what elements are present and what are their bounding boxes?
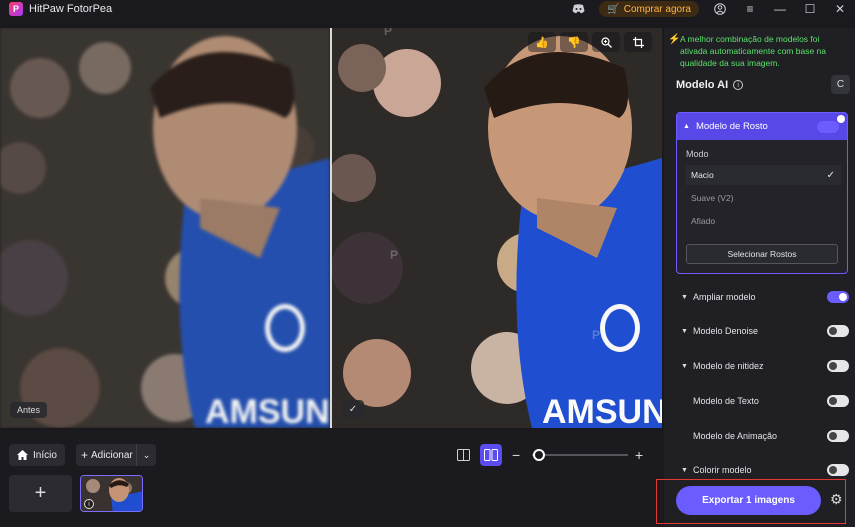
svg-text:AMSUNG: AMSUNG	[205, 393, 330, 428]
title-bar: P HitPaw FotorPea 🛒 Comprar agora ≡ — ☐ …	[0, 0, 855, 18]
caret-up-icon: ▲	[683, 123, 690, 130]
model-label: Modelo de Texto	[693, 396, 759, 406]
watermark-icon: P	[592, 328, 601, 342]
model-row-denoise[interactable]: ▼ Modelo Denoise	[681, 323, 849, 339]
mode-option-suave-v2[interactable]: Suave (V2)	[685, 188, 841, 208]
denoise-model-toggle[interactable]	[827, 325, 849, 337]
zoom-slider[interactable]	[532, 454, 628, 456]
maximize-icon[interactable]: ☐	[795, 0, 825, 18]
image-toolbar: 👍 👎	[528, 32, 652, 52]
title-bar-controls: 🛒 Comprar agora ≡ — ☐ ✕	[563, 0, 855, 18]
cart-icon: 🛒	[607, 3, 620, 15]
home-icon	[17, 450, 28, 460]
checkmark-icon: ✓	[826, 169, 835, 181]
caret-down-icon: ▼	[681, 466, 688, 474]
info-icon[interactable]: i	[733, 80, 744, 90]
info-icon[interactable]: i	[84, 499, 94, 509]
home-label: Início	[33, 449, 57, 461]
model-row-upscale[interactable]: ▼ Ampliar modelo	[681, 289, 849, 305]
menu-icon[interactable]: ≡	[735, 0, 765, 18]
watermark-icon: P	[384, 28, 393, 38]
zoom-out-icon[interactable]: −	[512, 444, 520, 466]
text-model-toggle[interactable]	[827, 395, 849, 407]
notice-text: A melhor combinação de modelos foi ativa…	[680, 34, 827, 68]
caret-down-icon: ▼	[681, 327, 688, 335]
ai-model-title-text: Modelo AI	[676, 79, 729, 91]
model-row-sharpen[interactable]: ▼ Modelo de nitidez	[681, 358, 849, 374]
model-label: Ampliar modelo	[693, 292, 756, 302]
single-view-icon[interactable]	[452, 444, 474, 466]
ai-model-title: Modelo AI i	[676, 79, 744, 91]
export-highlight-frame	[656, 479, 846, 524]
before-label: Antes	[10, 402, 48, 418]
lightning-icon: ⚡	[668, 34, 681, 45]
model-label: Modelo de nitidez	[693, 361, 764, 371]
model-row-text[interactable]: Modelo de Texto	[681, 393, 849, 409]
thumbs-down-icon[interactable]: 👎	[560, 32, 588, 52]
bottom-panel: Início + Adicionar ⌄ + i − +	[0, 430, 662, 527]
refresh-icon: C	[836, 79, 845, 90]
settings-panel: ⚡ A melhor combinação de modelos foi ati…	[664, 28, 855, 527]
face-model-section: ▲ Modelo de Rosto Modo Macio ✓ Suave (V2…	[676, 112, 848, 274]
add-label: Adicionar	[91, 449, 133, 461]
split-view-icon[interactable]	[480, 444, 502, 466]
model-row-colorize[interactable]: ▼ Colorir modelo	[681, 462, 849, 478]
home-button[interactable]: Início	[9, 444, 65, 466]
after-check-icon: ✓	[342, 400, 364, 418]
discord-icon[interactable]	[563, 0, 593, 18]
image-viewer[interactable]: AMSUNG Antes AMSUNG	[0, 28, 662, 428]
app-window: P HitPaw FotorPea 🛒 Comprar agora ≡ — ☐ …	[0, 0, 855, 527]
buy-now-label: Comprar agora	[623, 3, 691, 15]
crop-icon[interactable]	[624, 32, 652, 52]
model-label: Modelo Denoise	[693, 326, 759, 336]
account-icon[interactable]	[705, 0, 735, 18]
app-title: HitPaw FotorPea	[29, 3, 113, 15]
close-icon[interactable]: ✕	[825, 0, 855, 18]
chevron-down-icon[interactable]: ⌄	[136, 444, 156, 466]
mode-option-label: Macio	[691, 170, 714, 180]
zoom-in-icon[interactable]: +	[635, 444, 643, 466]
plus-icon: +	[81, 448, 89, 462]
svg-text:AMSUNG: AMSUNG	[542, 393, 662, 428]
after-image: AMSUNG P P P ✓ 👍 👎	[332, 28, 662, 428]
app-logo-icon: P	[9, 2, 23, 16]
colorize-model-toggle[interactable]	[827, 464, 849, 476]
animation-model-toggle[interactable]	[827, 430, 849, 442]
caret-down-icon: ▼	[681, 293, 688, 301]
reset-button[interactable]: C	[831, 75, 850, 94]
mode-option-afiado[interactable]: Afiado	[685, 211, 841, 231]
face-model-header[interactable]: ▲ Modelo de Rosto	[677, 113, 847, 140]
watermark-icon: P	[390, 248, 399, 262]
image-thumbnail[interactable]: i	[80, 475, 143, 512]
select-faces-button[interactable]: Selecionar Rostos	[686, 244, 838, 264]
buy-now-button[interactable]: 🛒 Comprar agora	[599, 1, 699, 17]
auto-model-notice: ⚡ A melhor combinação de modelos foi ati…	[668, 33, 848, 69]
mode-label: Modo	[686, 149, 709, 159]
face-model-toggle[interactable]	[817, 120, 839, 133]
caret-down-icon: ▼	[681, 362, 688, 370]
zoom-icon[interactable]	[592, 32, 620, 52]
mode-option-label: Suave (V2)	[691, 193, 734, 203]
zoom-slider-handle[interactable]	[533, 449, 545, 461]
model-label: Modelo de Animação	[693, 431, 778, 441]
mode-option-label: Afiado	[691, 216, 716, 226]
thumbs-up-icon[interactable]: 👍	[528, 32, 556, 52]
add-button[interactable]: + Adicionar ⌄	[76, 444, 156, 466]
minimize-icon[interactable]: —	[765, 0, 795, 18]
upscale-model-toggle[interactable]	[827, 291, 849, 303]
add-image-tile[interactable]: +	[9, 475, 72, 512]
model-row-animation[interactable]: Modelo de Animação	[681, 428, 849, 444]
face-model-label: Modelo de Rosto	[695, 121, 768, 132]
before-image: AMSUNG Antes	[0, 28, 330, 428]
mode-option-macio[interactable]: Macio ✓	[685, 165, 841, 185]
model-label: Colorir modelo	[693, 465, 752, 475]
sharpen-model-toggle[interactable]	[827, 360, 849, 372]
